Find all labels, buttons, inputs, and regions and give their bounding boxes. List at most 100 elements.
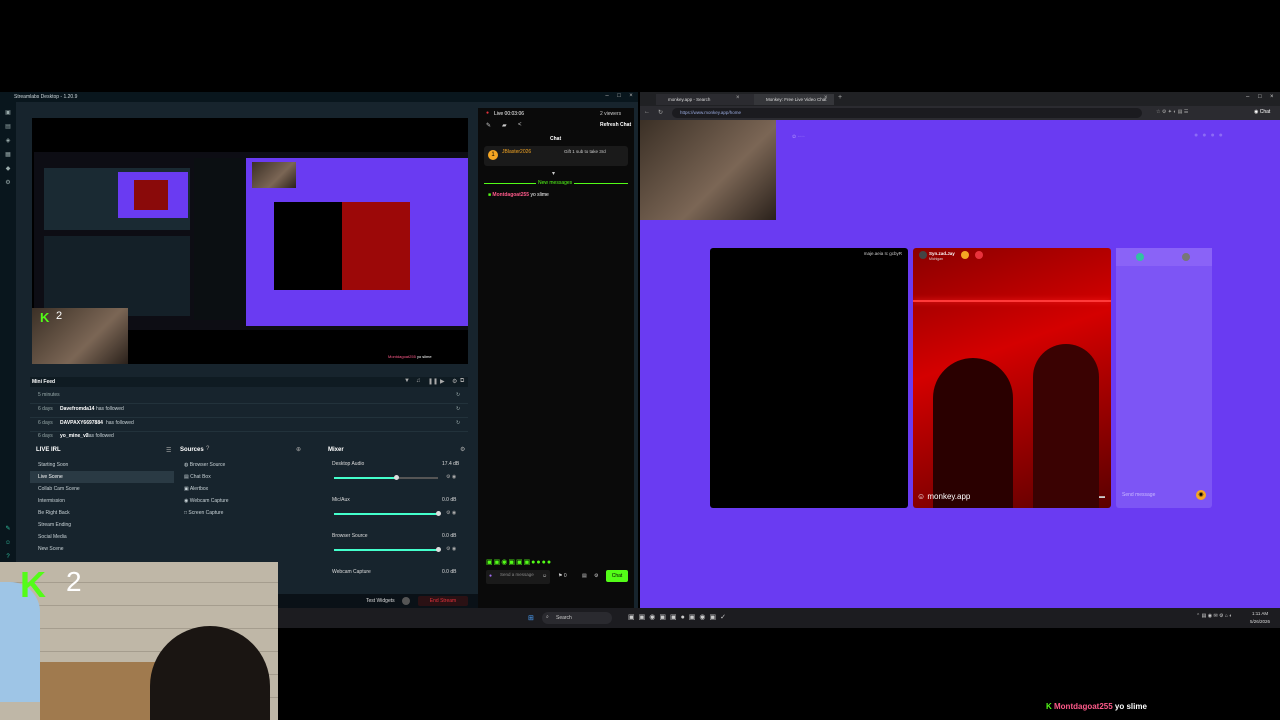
settings-icon[interactable]: ⚙ ◉ bbox=[446, 546, 456, 552]
source-item[interactable]: ▣ Alertbox bbox=[176, 483, 324, 495]
back-icon[interactable]: ← bbox=[644, 109, 650, 115]
apps-icon[interactable]: ▦ bbox=[4, 152, 12, 158]
maximize-icon[interactable]: □ bbox=[614, 93, 624, 99]
store-icon[interactable]: ◈ bbox=[4, 138, 12, 144]
scene-item-selected[interactable]: Live Scene bbox=[30, 471, 174, 483]
send-message-input[interactable]: Send message bbox=[1122, 492, 1155, 498]
volume-slider[interactable] bbox=[394, 475, 400, 480]
source-item[interactable]: ▤ Chat Box bbox=[176, 471, 324, 483]
new-tab-icon[interactable]: + bbox=[838, 94, 842, 101]
taskbar-app-icons[interactable]: ▣▣◉▣▣●▣◉▣✓ bbox=[628, 613, 730, 621]
taskbar-time: 1:11 AM bbox=[1252, 611, 1269, 616]
close-tab-icon[interactable]: × bbox=[824, 95, 828, 101]
highlighter-icon[interactable]: ◆ bbox=[4, 166, 12, 172]
taskbar-search[interactable]: ⌕ Search bbox=[542, 612, 612, 624]
stats-icon[interactable]: ⚑ 0 bbox=[558, 573, 567, 579]
live-timer: Live 00:03:06 bbox=[494, 111, 525, 117]
close-icon[interactable]: × bbox=[626, 93, 636, 99]
monkey-watermark: ☺ monkey.app bbox=[917, 492, 971, 501]
editor-icon[interactable]: ▣ bbox=[4, 110, 12, 116]
help-icon[interactable]: ? bbox=[206, 446, 209, 452]
source-item[interactable]: □ Screen Capture bbox=[176, 507, 324, 519]
person-silhouette bbox=[933, 358, 1013, 508]
taskbar-date: 5/26/2026 bbox=[1250, 619, 1271, 624]
scene-item[interactable]: New Scene bbox=[30, 543, 174, 555]
nested-streamlabs bbox=[44, 168, 190, 230]
scene-item[interactable]: Collab Cam Scene bbox=[30, 483, 174, 495]
filter-icon[interactable]: ▼ bbox=[404, 378, 410, 384]
scene-item[interactable]: Starting Soon bbox=[30, 459, 174, 471]
add-source-icon[interactable]: ⊕ bbox=[296, 446, 301, 453]
emoji-icon[interactable]: ☺ bbox=[542, 573, 547, 579]
music-icon[interactable]: ♫ bbox=[416, 378, 421, 384]
volume-slider[interactable] bbox=[436, 511, 441, 516]
dashboard-icon[interactable]: ✎ bbox=[4, 526, 12, 532]
kick-logo-icon: K bbox=[40, 310, 50, 325]
layout-icon[interactable]: ▤ bbox=[4, 124, 12, 130]
scene-item[interactable]: Intermission bbox=[30, 495, 174, 507]
settings-icon[interactable]: ⚙ bbox=[460, 446, 465, 453]
sub-gift-alert[interactable]: 1 JBlaster2026 Gift 1 sub to take 3rd bbox=[484, 146, 628, 166]
scene-item[interactable]: Social Media bbox=[30, 531, 174, 543]
record-icon[interactable] bbox=[402, 597, 410, 605]
chevron-down-icon[interactable]: ▾ bbox=[552, 170, 555, 177]
settings-icon[interactable]: ⚙ bbox=[452, 378, 457, 385]
source-item[interactable]: ◉ Webcam Capture bbox=[176, 495, 324, 507]
browser-tab-bar: monkey.app - Search × Monkey: Free Live … bbox=[640, 92, 1280, 106]
fullscreen-icon[interactable]: ▬ bbox=[1099, 494, 1105, 500]
emote-bar[interactable]: ▣▣◉▣▣▣●●●● bbox=[486, 558, 552, 566]
replay-icon[interactable]: ↻ bbox=[456, 392, 460, 398]
end-stream-button[interactable]: End Stream bbox=[418, 596, 468, 606]
close-icon[interactable]: × bbox=[1270, 94, 1274, 100]
help-icon[interactable]: ? bbox=[4, 554, 12, 560]
refresh-chat-button[interactable]: Refresh Chat bbox=[600, 122, 631, 128]
bottom-bar: Test Widgets End Stream bbox=[278, 594, 478, 608]
replay-icon[interactable]: ↻ bbox=[456, 420, 460, 426]
volume-slider[interactable] bbox=[436, 547, 441, 552]
url-input[interactable]: https://www.monkey.app/home bbox=[672, 108, 1142, 118]
minimize-icon[interactable]: – bbox=[1246, 94, 1249, 100]
chat-input[interactable]: ● Send a message ☺ bbox=[486, 570, 550, 584]
list-item: 6 days DAVPAXY6697884 has followed ↻ bbox=[30, 417, 468, 432]
pause-icon[interactable]: ❚❚ bbox=[428, 378, 438, 385]
volume-fill bbox=[334, 549, 438, 551]
toolbar-icons[interactable]: ☆ ⚙ ✦ ◐ ▤ ☰ bbox=[1156, 109, 1188, 115]
heart-icon[interactable] bbox=[975, 251, 983, 259]
reload-icon[interactable]: ↻ bbox=[658, 109, 663, 116]
profile-icon[interactable]: ☺ bbox=[4, 540, 12, 546]
chat-title: Chat bbox=[550, 136, 562, 142]
minimize-icon[interactable]: – bbox=[602, 93, 612, 99]
browser-webcam-pip bbox=[640, 120, 776, 220]
kick-badge-icon: K bbox=[1046, 702, 1054, 711]
chat-icon[interactable]: ▰ bbox=[502, 122, 507, 129]
browser-tab-active[interactable]: Monkey: Free Live Video Chat bbox=[754, 94, 834, 105]
skip-icon[interactable]: ▶ bbox=[440, 378, 445, 385]
video-tile-left: maje.aeia Ic gcbyR bbox=[710, 248, 908, 508]
tray-icons[interactable]: ⌃ ▤ ◉ ✉ ⚙ ⌂ ◐ bbox=[1196, 613, 1232, 619]
start-icon[interactable]: ⊞ bbox=[528, 614, 534, 622]
maximize-icon[interactable]: □ bbox=[1258, 94, 1262, 100]
viewer-count: 2 viewers bbox=[600, 111, 622, 117]
scene-item[interactable]: Be Right Back bbox=[30, 507, 174, 519]
chat-send-button[interactable]: Chat bbox=[606, 570, 628, 582]
source-item[interactable]: ◍ Browser Source bbox=[176, 459, 324, 471]
chat-icon[interactable]: ◉ Chat bbox=[1254, 109, 1270, 115]
header-icons[interactable]: ●●●● bbox=[1194, 132, 1227, 139]
settings-icon[interactable]: ⚙ ◉ bbox=[446, 474, 456, 480]
close-tab-icon[interactable]: × bbox=[736, 95, 740, 101]
settings-icon[interactable]: ⚙ ◉ bbox=[446, 510, 456, 516]
share-icon[interactable]: < bbox=[518, 122, 522, 128]
edit-icon[interactable]: ✎ bbox=[486, 122, 491, 129]
scene-item[interactable]: Stream Ending bbox=[30, 519, 174, 531]
popout-icon[interactable]: ⧉ bbox=[460, 378, 464, 385]
chat-panel: ● Live 00:03:06 2 viewers ✎ ▰ < Refresh … bbox=[478, 108, 634, 608]
test-widgets-button[interactable]: Test Widgets bbox=[366, 598, 395, 604]
kick-logo-icon: K bbox=[20, 564, 46, 605]
add-scene-icon[interactable]: ☰ bbox=[166, 447, 171, 454]
replay-icon[interactable]: ↻ bbox=[456, 406, 460, 412]
settings-icon[interactable]: ⚙ bbox=[594, 573, 598, 579]
gift-icon[interactable]: ◉ bbox=[1196, 490, 1206, 500]
scene-collection-title[interactable]: LIVE IRL bbox=[36, 447, 61, 453]
settings-icon[interactable]: ⚙ bbox=[4, 180, 12, 186]
menu-icon[interactable]: ▤ bbox=[582, 573, 587, 579]
